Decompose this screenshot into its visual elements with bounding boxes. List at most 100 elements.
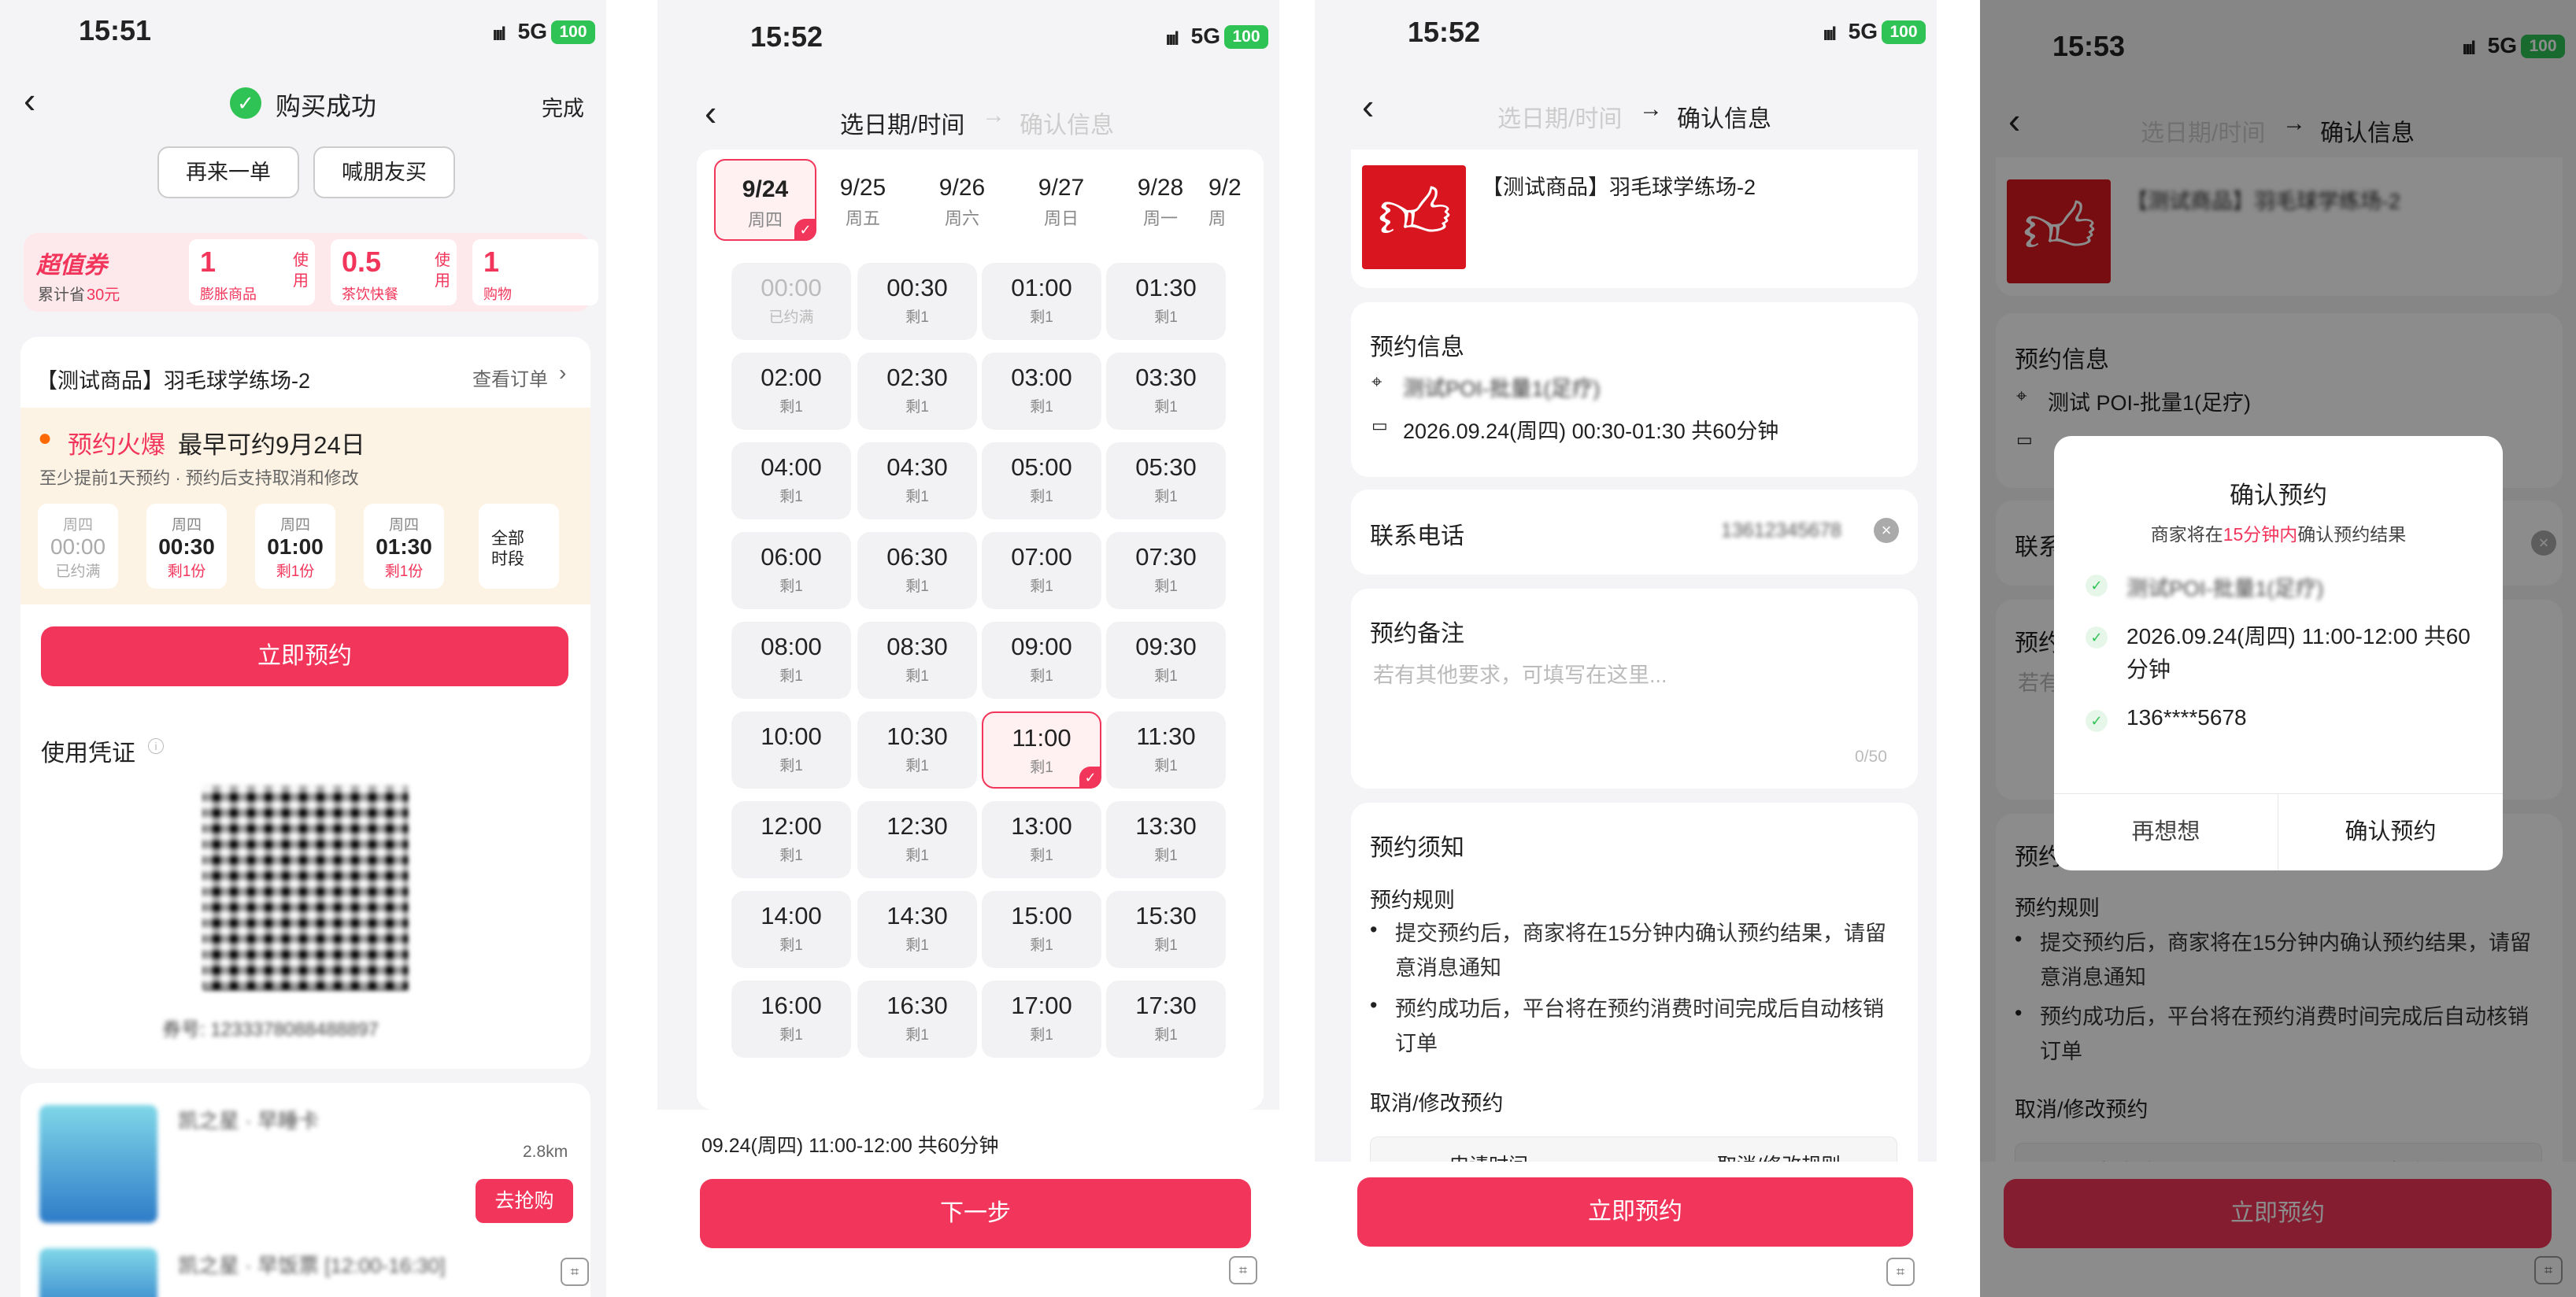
remark-input[interactable]: 若有其他要求，可填写在这里... xyxy=(1373,658,1667,689)
slot-remaining: 剩1 xyxy=(1030,489,1053,505)
slot-remaining: 剩1 xyxy=(905,758,929,774)
slot-time: 08:30 xyxy=(886,633,948,660)
buy-again-button[interactable]: 再来一单 xyxy=(157,146,299,198)
slot-remaining: 剩1 xyxy=(905,668,929,685)
bottom-bar: 09.24(周四) 11:00-12:00 共60分钟 下一步 ⌗ xyxy=(657,1110,1279,1297)
time-slot-1500[interactable]: 15:00 剩1 xyxy=(982,891,1101,968)
slot-time: 15:00 xyxy=(1011,902,1072,929)
slot-time: 10:30 xyxy=(886,722,948,750)
time-slot-1730[interactable]: 17:30 剩1 xyxy=(1106,981,1226,1058)
time-slot-0200[interactable]: 02:00 剩1 xyxy=(731,353,851,430)
time-slot-0730[interactable]: 07:30 剩1 xyxy=(1106,532,1226,609)
share-friends-button[interactable]: 喊朋友买 xyxy=(313,146,455,198)
confirm-booking-button[interactable]: 确认预约 xyxy=(2278,793,2503,870)
time-slot-0530[interactable]: 05:30 剩1 xyxy=(1106,442,1226,519)
coupon-use-button[interactable]: 使用 xyxy=(293,250,310,291)
slot-remaining: 剩1 xyxy=(1030,309,1053,326)
time-slot-1300[interactable]: 13:00 剩1 xyxy=(982,801,1101,878)
time-slot-0230[interactable]: 02:30 剩1 xyxy=(857,353,977,430)
time-slot-0500[interactable]: 05:00 剩1 xyxy=(982,442,1101,519)
network-label: 5G xyxy=(517,19,547,43)
time-slot-1000[interactable]: 10:00 剩1 xyxy=(731,711,851,789)
slot-time: 00:30 xyxy=(886,274,948,301)
slot-remaining: 剩1 xyxy=(905,1027,929,1044)
time-slot-1230[interactable]: 12:30 剩1 xyxy=(857,801,977,878)
grab-button[interactable]: 去抢购 xyxy=(476,1179,573,1223)
status-time: 15:51 xyxy=(79,14,152,46)
slot-time: 13:30 xyxy=(1135,812,1197,840)
scan-icon[interactable]: ⌗ xyxy=(1886,1258,1915,1286)
time-slot-0330[interactable]: 03:30 剩1 xyxy=(1106,353,1226,430)
slot-time: 06:30 xyxy=(886,543,948,571)
slot-chip: 周四 00:00 已约满 xyxy=(38,504,118,589)
slot-time: 09:00 xyxy=(1011,633,1072,660)
book-now-button[interactable]: 立即预约 xyxy=(1357,1177,1913,1247)
slot-time: 01:30 xyxy=(376,534,432,559)
time-slot-0300[interactable]: 03:00 剩1 xyxy=(982,353,1101,430)
time-slot-0930[interactable]: 09:30 剩1 xyxy=(1106,622,1226,699)
coupon-value: 1 xyxy=(200,246,217,278)
slot-chip[interactable]: 周四 00:30 剩1份 xyxy=(146,504,227,589)
clear-icon[interactable]: × xyxy=(1874,518,1899,543)
time-slot-0900[interactable]: 09:00 剩1 xyxy=(982,622,1101,699)
phone-input[interactable]: 13612345678 xyxy=(1721,519,1841,542)
rule-item: 预约成功后，平台将在预约消费时间完成后自动核销订单 xyxy=(1395,997,1884,1055)
slot-remaining: 剩1 xyxy=(779,489,803,505)
select-time-screen: 15:52 ıııl 5G 100 ‹ 选日期/时间 → 确认信息 9/24 周… xyxy=(657,0,1279,1297)
time-slot-0830[interactable]: 08:30 剩1 xyxy=(857,622,977,699)
slot-remaining: 剩1 xyxy=(1030,578,1053,595)
slot-remaining: 已约满 xyxy=(768,309,814,326)
slot-chip[interactable]: 周四 01:00 剩1份 xyxy=(255,504,335,589)
back-arrow-icon[interactable]: ‹ xyxy=(24,79,35,121)
order-name: 【测试商品】羽毛球学练场-2 xyxy=(36,369,311,393)
slot-chip[interactable]: 周四 01:30 剩1份 xyxy=(364,504,444,589)
slot-time: 15:30 xyxy=(1135,902,1197,929)
coupon-item[interactable]: 1 购物 xyxy=(472,239,598,305)
bullet-icon: • xyxy=(1370,918,1378,941)
time-slot-1700[interactable]: 17:00 剩1 xyxy=(982,981,1101,1058)
modal-title: 确认预约 xyxy=(2230,482,2327,509)
slot-weekday: 周四 xyxy=(171,517,202,534)
time-slot-0130[interactable]: 01:30 剩1 xyxy=(1106,263,1226,340)
rule-item: 提交预约后，商家将在15分钟内确认预约结果，请留意消息通知 xyxy=(1395,922,1887,980)
time-slot-1430[interactable]: 14:30 剩1 xyxy=(857,891,977,968)
slot-remaining: 剩1 xyxy=(1154,578,1178,595)
time-slot-1100[interactable]: 11:00 剩1 ✓ xyxy=(982,711,1101,789)
time-slot-1630[interactable]: 16:30 剩1 xyxy=(857,981,977,1058)
scan-icon[interactable]: ⌗ xyxy=(561,1258,589,1286)
time-slot-0030[interactable]: 00:30 剩1 xyxy=(857,263,977,340)
time-slot-0700[interactable]: 07:00 剩1 xyxy=(982,532,1101,609)
battery-icon: 100 xyxy=(1882,20,1926,44)
slot-time: 06:00 xyxy=(761,543,822,571)
view-order-link[interactable]: 查看订单 xyxy=(472,364,548,391)
time-slot-1200[interactable]: 12:00 剩1 xyxy=(731,801,851,878)
coupon-strip: 超值券 累计省 30元 1 膨胀商品 使用 0.5 茶饮快餐 使用 1 购物 xyxy=(24,233,598,312)
reconsider-button[interactable]: 再想想 xyxy=(2054,793,2278,870)
slot-remaining: 剩1 xyxy=(905,578,929,595)
time-slot-1130[interactable]: 11:30 剩1 xyxy=(1106,711,1226,789)
time-slot-0430[interactable]: 04:30 剩1 xyxy=(857,442,977,519)
done-button[interactable]: 完成 xyxy=(542,91,584,122)
slot-time: 17:30 xyxy=(1135,992,1197,1019)
time-slot-0100[interactable]: 01:00 剩1 xyxy=(982,263,1101,340)
next-step-button[interactable]: 下一步 xyxy=(700,1179,1251,1248)
time-slot-0800[interactable]: 08:00 剩1 xyxy=(731,622,851,699)
time-slot-1030[interactable]: 10:30 剩1 xyxy=(857,711,977,789)
scan-icon[interactable]: ⌗ xyxy=(1229,1256,1257,1284)
time-slot-0400[interactable]: 04:00 剩1 xyxy=(731,442,851,519)
time-slot-1530[interactable]: 15:30 剩1 xyxy=(1106,891,1226,968)
time-slot-1330[interactable]: 13:30 剩1 xyxy=(1106,801,1226,878)
slot-remaining: 剩1 xyxy=(1154,399,1178,416)
back-arrow-icon[interactable]: ‹ xyxy=(1362,85,1374,127)
slot-time: 03:30 xyxy=(1135,364,1197,391)
coupon-use-button[interactable]: 使用 xyxy=(435,250,452,291)
time-slot-1400[interactable]: 14:00 剩1 xyxy=(731,891,851,968)
book-now-button[interactable]: 立即预约 xyxy=(41,626,568,686)
time-slot-1600[interactable]: 16:00 剩1 xyxy=(731,981,851,1058)
time-slot-0630[interactable]: 06:30 剩1 xyxy=(857,532,977,609)
coupon-item[interactable]: 1 膨胀商品 使用 xyxy=(189,239,315,305)
confirm-modal-screen: 15:53 ıııl 5G 100 ‹ 选日期/时间 → 确认信息 👍︎ 【测试… xyxy=(1980,0,2576,1297)
all-slots-button[interactable]: 全部时段 xyxy=(479,504,559,589)
time-slot-0600[interactable]: 06:00 剩1 xyxy=(731,532,851,609)
coupon-item[interactable]: 0.5 茶饮快餐 使用 xyxy=(331,239,457,305)
